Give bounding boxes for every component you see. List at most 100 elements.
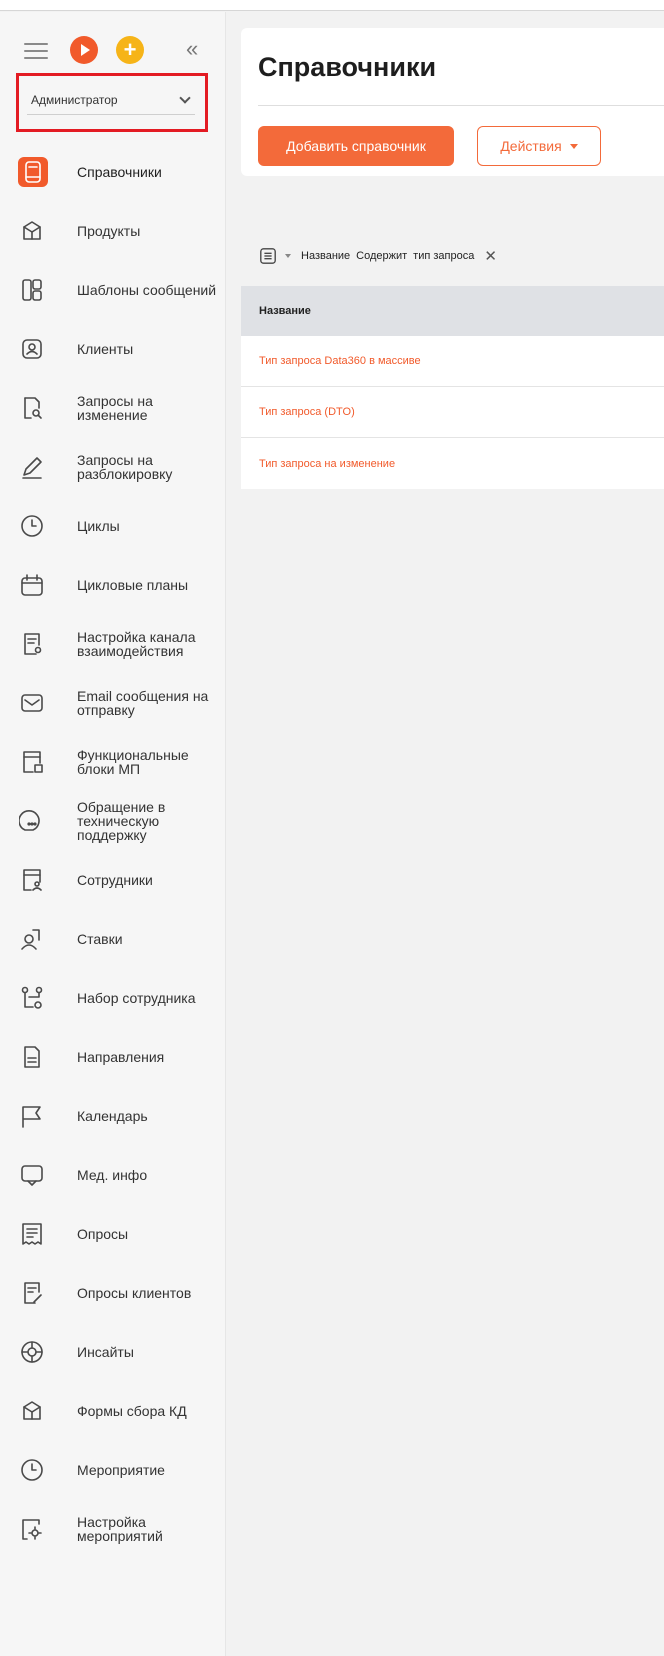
sidebar-item-label: Цикловые планы: [77, 576, 189, 593]
plus-icon[interactable]: +: [116, 36, 144, 64]
caret-down-icon: [569, 143, 578, 149]
play-icon[interactable]: [70, 36, 98, 64]
close-icon[interactable]: ✕: [484, 247, 497, 265]
person-document-icon: [18, 925, 46, 953]
collapse-sidebar-icon[interactable]: «: [186, 38, 198, 60]
box-icon: [18, 1397, 46, 1425]
sidebar-item[interactable]: Опросы: [0, 1204, 226, 1263]
sidebar-item-label: Сотрудники: [77, 871, 153, 888]
sidebar-item[interactable]: Мероприятие: [0, 1440, 226, 1499]
person-icon: [18, 335, 46, 363]
filter-bar: Название Содержит тип запроса ✕: [259, 244, 497, 268]
sidebar-item[interactable]: Клиенты: [0, 319, 226, 378]
book-icon: [18, 156, 48, 187]
sidebar-item[interactable]: Email сообщения на отправку: [0, 673, 226, 732]
box-icon: [18, 217, 46, 245]
sidebar-item[interactable]: Запросы на разблокировку: [0, 437, 226, 496]
sidebar-item-label: Опросы: [77, 1225, 129, 1242]
org-gear-icon: [18, 984, 46, 1012]
sidebar-item-label: Шаблоны сообщений: [77, 281, 217, 298]
add-reference-button[interactable]: Добавить справочник: [258, 126, 454, 166]
sidebar-item[interactable]: Цикловые планы: [0, 555, 226, 614]
sidebar-item-label: Мероприятие: [77, 1461, 165, 1478]
sidebar-item[interactable]: Набор сотрудника: [0, 968, 226, 1027]
row-link[interactable]: Тип запроса на изменение: [259, 458, 395, 470]
sidebar-item-label: Запросы на изменение: [77, 392, 153, 423]
target-icon: [18, 1338, 46, 1366]
sidebar-item[interactable]: Инсайты: [0, 1322, 226, 1381]
main-content: Справочники Добавить справочник Действия…: [226, 12, 664, 1656]
sidebar-item[interactable]: Настройка канала взаимодействия: [0, 614, 226, 673]
sidebar-item[interactable]: Опросы клиентов: [0, 1263, 226, 1322]
row-link[interactable]: Тип запроса Data360 в массиве: [259, 355, 421, 367]
sidebar-item-label: Ставки: [77, 930, 123, 947]
sidebar-item[interactable]: Обращение в техническую поддержку: [0, 791, 226, 850]
pen-icon: [18, 453, 46, 481]
sidebar-item[interactable]: Циклы: [0, 496, 226, 555]
list-icon: [18, 1220, 46, 1248]
sidebar-item[interactable]: Продукты: [0, 201, 226, 260]
sidebar-item-label: Циклы: [77, 517, 120, 534]
sidebar-nav: Справочники Продукты Шаблоны сообщений Клие…: [0, 142, 226, 1558]
actions-dropdown-button[interactable]: Действия: [477, 126, 601, 166]
sidebar-item-label: Направления: [77, 1048, 165, 1065]
calendar-icon: [18, 571, 46, 599]
filter-list-icon[interactable]: [259, 247, 277, 265]
app: + « Администратор Справочники Продукты Шаб…: [0, 0, 664, 1656]
window-blocks-icon: [18, 748, 46, 776]
caret-down-icon[interactable]: [285, 254, 291, 258]
column-header-name[interactable]: Название: [259, 305, 311, 317]
sidebar-item-label: Формы сбора КД: [77, 1402, 187, 1419]
message-icon: [18, 1161, 46, 1189]
flag-icon: [18, 1102, 46, 1130]
table-header: Название: [241, 286, 664, 336]
sidebar-item-label: Продукты: [77, 222, 141, 239]
reference-table: Название Тип запроса Data360 в массиве Т…: [241, 286, 664, 489]
sidebar-item-label: Email сообщения на отправку: [77, 687, 209, 718]
layout-icon: [18, 276, 46, 304]
sidebar-item[interactable]: Настройка мероприятий: [0, 1499, 226, 1558]
top-bar: [0, 0, 664, 11]
sidebar-item-label: Настройка канала взаимодействия: [77, 628, 196, 659]
sidebar-item[interactable]: Формы сбора КД: [0, 1381, 226, 1440]
menu-icon[interactable]: [24, 42, 48, 60]
chevron-down-icon: [179, 91, 191, 104]
document-search-icon: [18, 394, 46, 422]
sidebar-item[interactable]: Сотрудники: [0, 850, 226, 909]
sidebar-item[interactable]: Календарь: [0, 1086, 226, 1145]
role-select[interactable]: Администратор: [27, 85, 195, 115]
filter-field: Название: [301, 250, 351, 262]
sidebar-item-label: Мед. инфо: [77, 1166, 148, 1183]
document-pen-icon: [18, 1279, 46, 1307]
table-row[interactable]: Тип запроса Data360 в массиве: [241, 336, 664, 387]
sidebar-item[interactable]: Мед. инфо: [0, 1145, 226, 1204]
sidebar-item[interactable]: Шаблоны сообщений: [0, 260, 226, 319]
sidebar-item[interactable]: Запросы на изменение: [0, 378, 226, 437]
sidebar-item-label: Опросы клиентов: [77, 1284, 192, 1301]
sidebar-item-label: Запросы на разблокировку: [77, 451, 173, 482]
document-gear-icon: [18, 630, 46, 658]
table-row[interactable]: Тип запроса на изменение: [241, 438, 664, 489]
sidebar-item-label: Набор сотрудника: [77, 989, 196, 1006]
sidebar-item[interactable]: Функциональные блоки МП: [0, 732, 226, 791]
sidebar-item-label: Клиенты: [77, 340, 134, 357]
sidebar-item-label: Инсайты: [77, 1343, 134, 1360]
role-value: Администратор: [31, 92, 118, 107]
clock-icon: [18, 1456, 46, 1484]
sidebar-item[interactable]: Справочники: [0, 142, 226, 201]
settings-icon: [18, 1515, 46, 1543]
actions-label: Действия: [500, 138, 562, 154]
sidebar-item-label: Обращение в техническую поддержку: [77, 798, 166, 843]
filter-operator: Содержит: [356, 250, 408, 262]
sidebar-item[interactable]: Ставки: [0, 909, 226, 968]
header-card: Справочники Добавить справочник Действия: [241, 28, 664, 176]
clock-icon: [18, 512, 46, 540]
sidebar-item[interactable]: Направления: [0, 1027, 226, 1086]
sidebar: + « Администратор Справочники Продукты Шаб…: [0, 12, 226, 1656]
chat-bubble-icon: [18, 807, 46, 835]
row-link[interactable]: Тип запроса (DTO): [259, 406, 355, 418]
file-icon: [18, 1043, 46, 1071]
filter-value: тип запроса: [413, 250, 475, 262]
envelope-icon: [18, 689, 46, 717]
table-row[interactable]: Тип запроса (DTO): [241, 387, 664, 438]
